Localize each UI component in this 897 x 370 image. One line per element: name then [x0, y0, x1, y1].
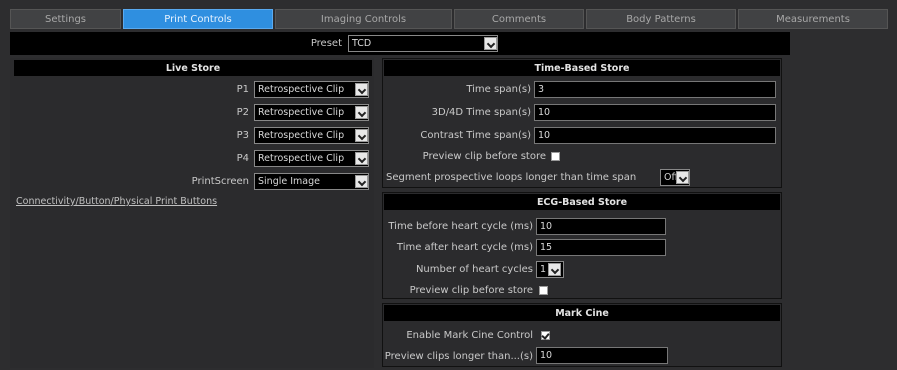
- enable-mark-cine-label: Enable Mark Cine Control: [406, 330, 533, 341]
- p4-label: P4: [236, 153, 249, 164]
- p1-label: P1: [236, 84, 249, 95]
- before-heart-label: Time before heart cycle (ms): [388, 221, 533, 232]
- ecg-preview-checkbox[interactable]: [539, 286, 548, 295]
- connectivity-link[interactable]: Connectivity/Button/Physical Print Butto…: [16, 196, 217, 207]
- preset-value: TCD: [352, 38, 372, 49]
- contrast-span-field[interactable]: 10: [534, 127, 776, 144]
- segment-label: Segment prospective loops longer than ti…: [386, 172, 637, 183]
- span-3d4d-label: 3D/4D Time span(s): [431, 107, 531, 118]
- chevron-down-icon[interactable]: [355, 152, 368, 165]
- tb-preview-label: Preview clip before store: [422, 151, 546, 162]
- p2-select[interactable]: Retrospective Clip: [254, 104, 369, 121]
- ecg-based-title: ECG-Based Store: [384, 194, 780, 210]
- chevron-down-icon[interactable]: [355, 129, 368, 142]
- time-span-label: Time span(s): [466, 84, 531, 95]
- p3-select[interactable]: Retrospective Clip: [254, 127, 369, 144]
- enable-mark-cine-checkbox[interactable]: [541, 331, 550, 340]
- preset-label: Preset: [310, 38, 342, 49]
- live-store-title: Live Store: [14, 60, 372, 76]
- tab-comments[interactable]: Comments: [454, 9, 584, 29]
- before-heart-field[interactable]: 10: [536, 218, 666, 235]
- chevron-down-icon[interactable]: [548, 263, 561, 276]
- chevron-down-icon[interactable]: [484, 37, 497, 50]
- chevron-down-icon[interactable]: [676, 171, 689, 184]
- mc-preview-field[interactable]: 10: [536, 347, 668, 364]
- p2-label: P2: [236, 107, 249, 118]
- heart-cycles-value: 1: [540, 264, 547, 275]
- after-heart-label: Time after heart cycle (ms): [396, 242, 533, 253]
- p2-value: Retrospective Clip: [258, 107, 345, 118]
- span-3d4d-field[interactable]: 10: [534, 104, 776, 121]
- time-based-panel: [382, 58, 782, 188]
- chevron-down-icon[interactable]: [355, 106, 368, 119]
- mark-cine-title: Mark Cine: [384, 305, 780, 321]
- p1-value: Retrospective Clip: [258, 84, 345, 95]
- tab-print-controls[interactable]: Print Controls: [123, 9, 273, 29]
- tab-measurements[interactable]: Measurements: [738, 9, 888, 29]
- tb-preview-checkbox[interactable]: [551, 152, 560, 161]
- heart-cycles-label: Number of heart cycles: [415, 264, 533, 275]
- time-span-field[interactable]: 3: [534, 81, 776, 98]
- printscreen-value: Single Image: [258, 176, 320, 187]
- printscreen-label: PrintScreen: [191, 176, 249, 187]
- p3-label: P3: [236, 130, 249, 141]
- after-heart-field[interactable]: 15: [536, 239, 666, 256]
- chevron-down-icon[interactable]: [355, 175, 368, 188]
- tab-body-patterns[interactable]: Body Patterns: [586, 9, 736, 29]
- p4-value: Retrospective Clip: [258, 153, 345, 164]
- p4-select[interactable]: Retrospective Clip: [254, 150, 369, 167]
- p1-select[interactable]: Retrospective Clip: [254, 81, 369, 98]
- printscreen-select[interactable]: Single Image: [254, 173, 369, 190]
- tab-imaging-controls[interactable]: Imaging Controls: [275, 9, 452, 29]
- ecg-preview-label: Preview clip before store: [409, 285, 533, 296]
- p3-value: Retrospective Clip: [258, 130, 345, 141]
- mc-preview-label: Preview clips longer than...(s): [384, 351, 533, 362]
- preset-select[interactable]: TCD: [348, 35, 498, 52]
- print-controls-screen: Settings Print Controls Imaging Controls…: [0, 0, 897, 370]
- time-based-title: Time-Based Store: [384, 60, 780, 76]
- chevron-down-icon[interactable]: [355, 83, 368, 96]
- contrast-span-label: Contrast Time span(s): [420, 130, 531, 141]
- tab-settings[interactable]: Settings: [10, 9, 121, 29]
